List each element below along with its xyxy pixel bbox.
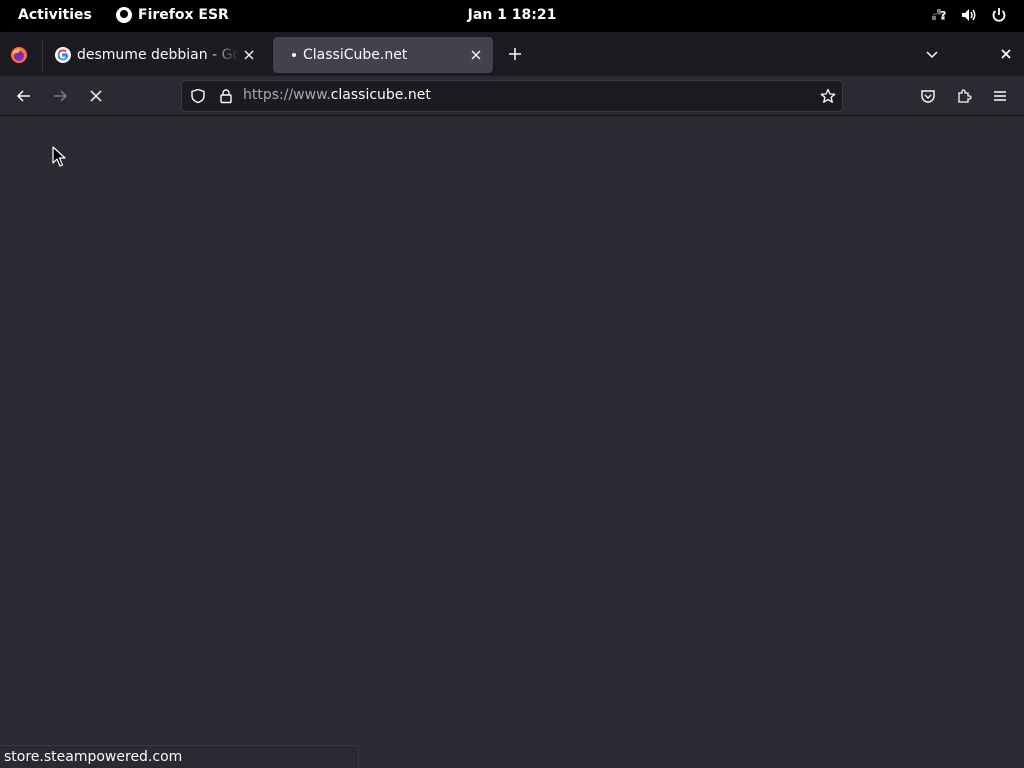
tab-google-search[interactable]: desmume debbian - Google Search <box>44 37 266 73</box>
shield-icon[interactable] <box>190 88 206 108</box>
app-menu[interactable]: Firefox ESR <box>116 7 229 23</box>
tab-classicube[interactable]: ClassiCube.net <box>273 37 493 73</box>
system-top-bar: Activities Firefox ESR Jan 1 18:21 ? <box>0 0 1024 32</box>
app-name: Firefox ESR <box>138 7 229 23</box>
tab-strip: desmume debbian - Google Search ClassiCu… <box>0 32 1024 76</box>
forward-arrow-icon[interactable] <box>48 84 72 108</box>
url-text[interactable]: https://www.classicube.net <box>243 87 431 103</box>
url-bar[interactable]: https://www.classicube.net <box>181 80 843 112</box>
new-tab-icon[interactable] <box>505 44 525 64</box>
hamburger-menu-icon[interactable] <box>988 84 1012 108</box>
network-icon[interactable]: ? <box>930 6 948 24</box>
firefox-view-icon[interactable] <box>10 46 28 64</box>
loading-dot-icon <box>292 53 296 57</box>
pocket-icon[interactable] <box>916 84 940 108</box>
tab-close-icon[interactable] <box>239 45 259 65</box>
svg-text:?: ? <box>940 9 946 22</box>
url-domain: classicube.net <box>330 87 431 103</box>
stop-loading-icon[interactable] <box>84 84 108 108</box>
google-icon <box>55 47 71 63</box>
window-close-icon[interactable] <box>996 44 1016 64</box>
page-content[interactable] <box>0 117 1024 768</box>
back-arrow-icon[interactable] <box>12 84 36 108</box>
tab-title: desmume debbian - Google Search <box>77 47 239 63</box>
tab-close-icon[interactable] <box>466 45 486 65</box>
firefox-app-icon <box>116 7 132 23</box>
navigation-toolbar: https://www.classicube.net <box>0 76 1024 116</box>
lock-icon[interactable] <box>218 88 234 108</box>
mouse-cursor-icon <box>52 146 66 167</box>
status-bar: store.steampowered.com <box>0 745 359 768</box>
tab-title: ClassiCube.net <box>303 47 408 63</box>
bookmark-star-icon[interactable] <box>820 88 836 108</box>
system-tray[interactable]: ? <box>930 6 1008 24</box>
list-all-tabs-icon[interactable] <box>922 44 942 64</box>
volume-icon[interactable] <box>960 6 978 24</box>
clock[interactable]: Jan 1 18:21 <box>468 7 557 23</box>
url-prefix: https://www. <box>243 87 331 103</box>
extensions-icon[interactable] <box>952 84 976 108</box>
power-icon[interactable] <box>990 6 1008 24</box>
activities-button[interactable]: Activities <box>18 7 92 23</box>
tab-separator <box>42 40 43 72</box>
